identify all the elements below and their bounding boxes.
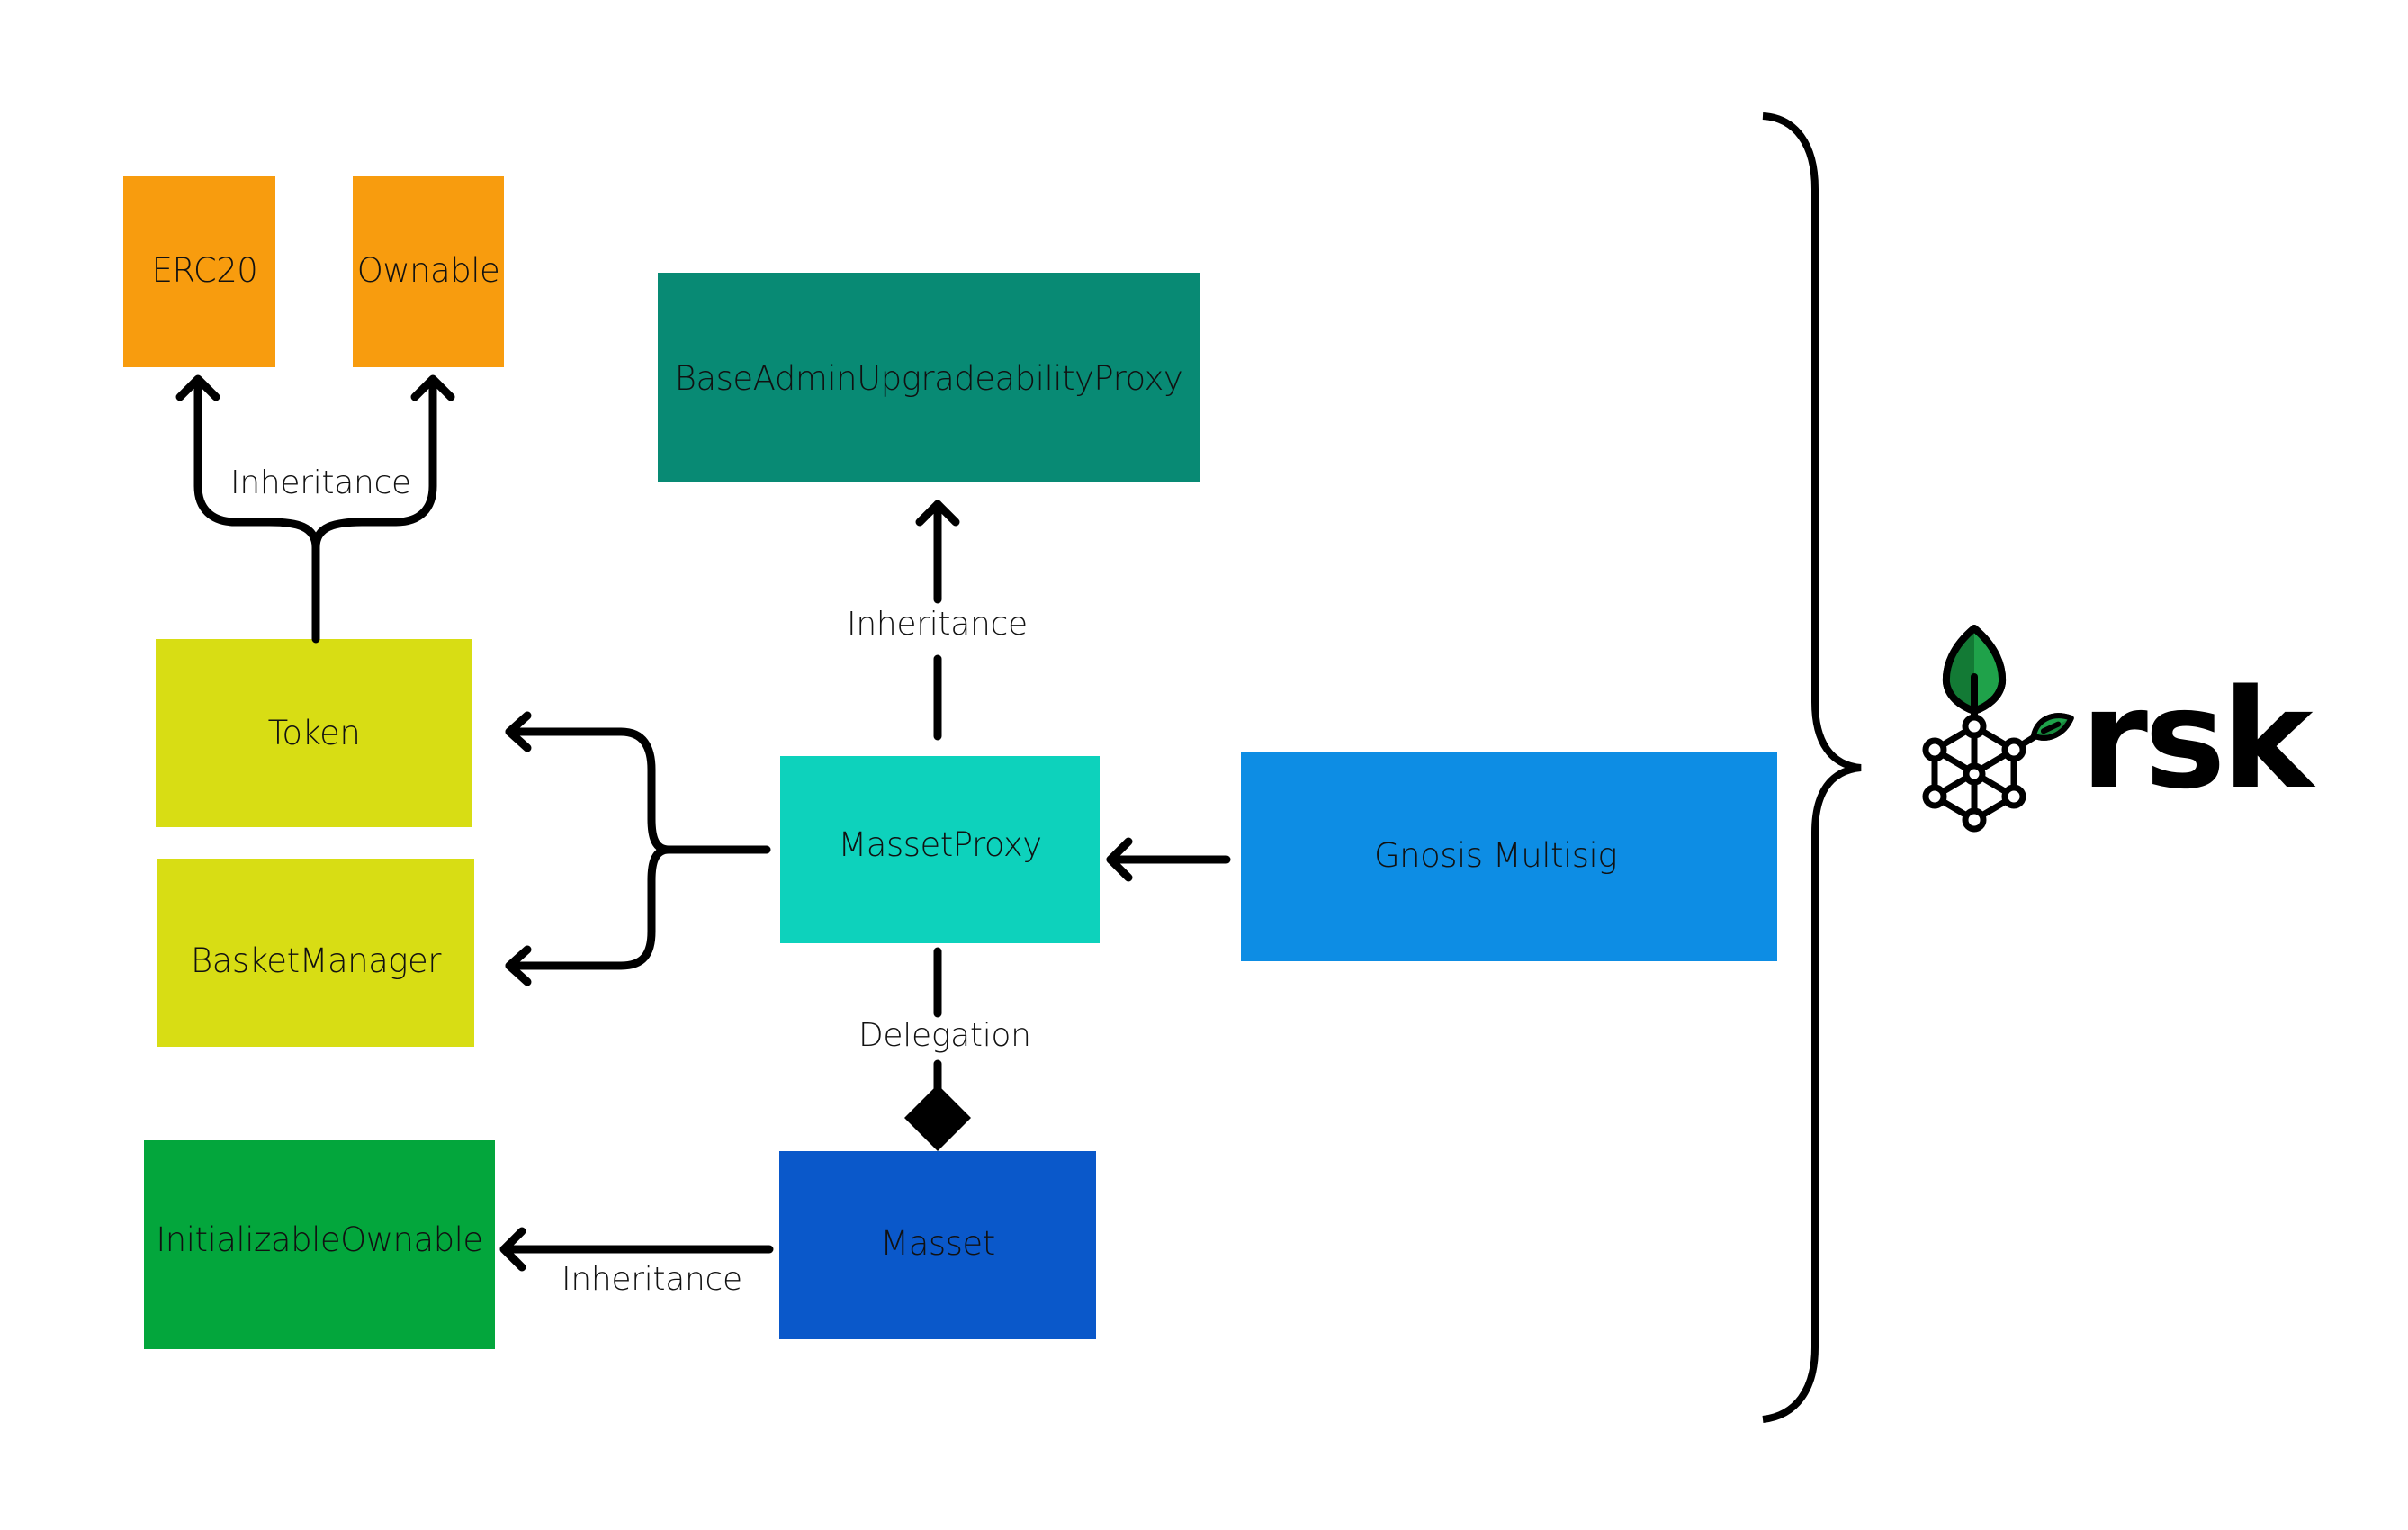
token-inheritance-label: Inheritance [230, 464, 411, 501]
proxy-inheritance-label: Inheritance [847, 606, 1028, 643]
token-arrow-head [505, 711, 532, 752]
token-label: Token [267, 714, 361, 752]
basket-manager-label: BasketManager [191, 941, 441, 980]
basket-manager-arrow-head [505, 945, 532, 986]
masset-label: Masset [880, 1224, 995, 1263]
ownable-label: Ownable [356, 250, 500, 290]
token-inheritance-stem [193, 375, 320, 644]
initializable-ownable-arrow-head [499, 1227, 526, 1272]
masset-proxy-label: MassetProxy [838, 824, 1042, 864]
base-admin-arrow-head [915, 500, 960, 526]
delegation-label: Delegation [858, 1017, 1031, 1054]
proxy-to-basket-branch [505, 845, 673, 970]
token-box: Token [156, 639, 472, 827]
masset-proxy-arrow-head [1106, 837, 1133, 882]
erc20-label: ERC20 [151, 250, 258, 290]
masset-box: Masset [779, 1151, 1096, 1339]
masset-inheritance-label: Inheritance [562, 1261, 742, 1298]
delegation-diamond [904, 1084, 971, 1151]
erc20-arrow-head [175, 374, 220, 401]
base-admin-upgradeability-proxy-box: BaseAdminUpgradeabilityProxy [658, 273, 1200, 482]
token-inheritance-right-branch [311, 375, 437, 552]
group-brace [1762, 112, 1862, 1423]
gnosis-multisig-label: Gnosis Multisig [1373, 835, 1618, 875]
gnosis-multisig-box: Gnosis Multisig [1241, 752, 1777, 961]
base-admin-upgradeability-proxy-label: BaseAdminUpgradeabilityProxy [674, 359, 1183, 398]
proxy-to-token-branch [505, 727, 771, 854]
basket-manager-box: BasketManager [157, 859, 474, 1047]
erc20-box: ERC20 [123, 176, 275, 367]
rsk-tree-network-icon [1922, 625, 2074, 832]
rsk-logo-text: rsk [2080, 660, 2314, 819]
ownable-box: Ownable [353, 176, 504, 367]
initializable-ownable-label: InitializableOwnable [156, 1220, 483, 1259]
masset-proxy-box: MassetProxy [780, 756, 1100, 943]
initializable-ownable-box: InitializableOwnable [144, 1140, 495, 1349]
ownable-arrow-head [410, 374, 455, 401]
